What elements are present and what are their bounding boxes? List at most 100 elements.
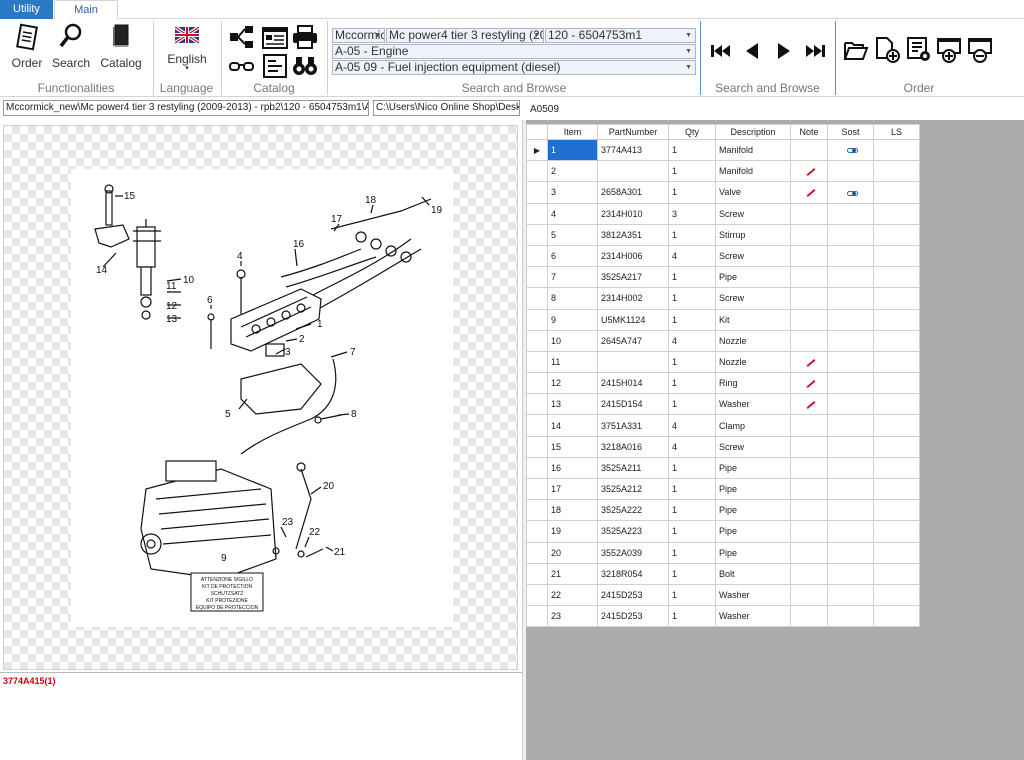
cell-item[interactable]: 11 <box>547 350 598 374</box>
cell-ls[interactable] <box>873 138 920 162</box>
cell-description[interactable]: Ring <box>715 372 791 395</box>
cell-partnumber[interactable] <box>597 350 669 374</box>
cell-item[interactable]: 8 <box>547 287 598 310</box>
cell-description[interactable]: Washer <box>715 605 791 628</box>
row-selector[interactable] <box>526 499 548 522</box>
cell-sost[interactable] <box>827 223 874 246</box>
cell-partnumber[interactable]: 2658A301 <box>597 181 669 204</box>
catalog-button[interactable]: Catalog <box>98 23 144 70</box>
cell-note[interactable] <box>790 541 828 564</box>
cell-note[interactable] <box>790 287 828 310</box>
cell-sost[interactable] <box>827 541 874 564</box>
cell-description[interactable]: Screw <box>715 202 791 225</box>
table-row[interactable]: 5 3812A351 1 Stirrup <box>526 223 920 246</box>
row-selector[interactable] <box>526 202 548 225</box>
cell-ls[interactable] <box>873 520 920 543</box>
cell-ls[interactable] <box>873 541 920 564</box>
cell-partnumber[interactable]: 3812A351 <box>597 223 669 246</box>
cell-note[interactable] <box>790 477 828 501</box>
cell-sost[interactable] <box>827 435 874 458</box>
glasses-button[interactable] <box>229 59 255 76</box>
table-row[interactable]: 9 U5MK1124 1 Kit <box>526 308 920 331</box>
cell-description[interactable]: Nozzle <box>715 329 791 352</box>
cell-sost[interactable] <box>827 372 874 395</box>
row-selector[interactable]: ▶ <box>526 138 548 162</box>
row-selector[interactable] <box>526 244 548 268</box>
tab-main-menu[interactable]: Main Menu <box>54 0 118 34</box>
cell-partnumber[interactable]: 2314H006 <box>597 244 669 268</box>
cell-partnumber[interactable]: 3751A331 <box>597 414 669 437</box>
table-row[interactable]: 6 2314H006 4 Screw <box>526 244 920 268</box>
cell-partnumber[interactable]: 3218A016 <box>597 435 669 458</box>
cell-sost[interactable] <box>827 605 874 628</box>
cell-item[interactable]: 21 <box>547 562 598 585</box>
cell-note[interactable] <box>790 393 828 416</box>
first-record-button[interactable] <box>710 43 732 62</box>
cell-sost[interactable] <box>827 308 874 331</box>
cell-ls[interactable] <box>873 266 920 289</box>
cell-item[interactable]: 13 <box>547 393 598 416</box>
table-row[interactable]: 20 3552A039 1 Pipe <box>526 541 920 564</box>
cell-sost[interactable] <box>827 266 874 289</box>
cell-qty[interactable]: 1 <box>668 266 716 289</box>
cell-qty[interactable]: 4 <box>668 435 716 458</box>
order-list-button[interactable] <box>906 37 932 66</box>
cell-description[interactable]: Pipe <box>715 499 791 522</box>
cell-qty[interactable]: 1 <box>668 583 716 607</box>
cell-partnumber[interactable]: 2645A747 <box>597 329 669 352</box>
cell-description[interactable]: Manifold <box>715 160 791 183</box>
cell-partnumber[interactable]: 3525A211 <box>597 456 669 480</box>
cell-description[interactable]: Stirrup <box>715 223 791 246</box>
cell-item[interactable]: 14 <box>547 414 598 437</box>
cell-partnumber[interactable]: 3552A039 <box>597 541 669 564</box>
cell-item[interactable]: 18 <box>547 499 598 522</box>
cell-sost[interactable] <box>827 520 874 543</box>
cell-ls[interactable] <box>873 350 920 374</box>
row-selector[interactable] <box>526 393 548 416</box>
cell-ls[interactable] <box>873 202 920 225</box>
cell-ls[interactable] <box>873 456 920 480</box>
row-selector[interactable] <box>526 308 548 331</box>
cell-ls[interactable] <box>873 372 920 395</box>
column-header-sost[interactable]: Sost <box>827 124 874 140</box>
cell-sost[interactable] <box>827 414 874 437</box>
cell-note[interactable] <box>790 138 828 162</box>
table-row[interactable]: 13 2415D154 1 Washer <box>526 393 920 416</box>
column-header-partnumber[interactable]: PartNumber <box>597 124 669 140</box>
cell-qty[interactable]: 1 <box>668 541 716 564</box>
part-combobox[interactable]: 120 - 6504753m1 ▼ <box>545 28 696 43</box>
cell-note[interactable] <box>790 181 828 204</box>
cell-sost[interactable] <box>827 350 874 374</box>
cell-ls[interactable] <box>873 583 920 607</box>
cell-note[interactable] <box>790 202 828 225</box>
cell-item[interactable]: 2 <box>547 160 598 183</box>
column-header-ls[interactable]: LS <box>873 124 920 140</box>
cell-qty[interactable]: 1 <box>668 287 716 310</box>
new-order-button[interactable] <box>874 37 900 66</box>
cell-ls[interactable] <box>873 477 920 501</box>
row-selector[interactable] <box>526 477 548 501</box>
cell-note[interactable] <box>790 435 828 458</box>
cell-sost[interactable] <box>827 244 874 268</box>
column-header-description[interactable]: Description <box>715 124 791 140</box>
last-record-button[interactable] <box>804 43 826 62</box>
cell-partnumber[interactable]: 2415D253 <box>597 605 669 628</box>
cell-description[interactable]: Washer <box>715 583 791 607</box>
cell-qty[interactable]: 1 <box>668 393 716 416</box>
cell-description[interactable]: Pipe <box>715 266 791 289</box>
cell-sost[interactable] <box>827 499 874 522</box>
cell-note[interactable] <box>790 372 828 395</box>
table-row[interactable]: 21 3218R054 1 Bolt <box>526 562 920 585</box>
cell-qty[interactable]: 1 <box>668 605 716 628</box>
cell-qty[interactable]: 1 <box>668 372 716 395</box>
row-selector[interactable] <box>526 329 548 352</box>
cell-sost[interactable] <box>827 583 874 607</box>
cell-item[interactable]: 16 <box>547 456 598 480</box>
table-row[interactable]: 16 3525A211 1 Pipe <box>526 456 920 480</box>
cell-partnumber[interactable]: 2415D154 <box>597 393 669 416</box>
cell-item[interactable]: 9 <box>547 308 598 331</box>
cell-item[interactable]: 10 <box>547 329 598 352</box>
cell-qty[interactable]: 3 <box>668 202 716 225</box>
cell-item[interactable]: 4 <box>547 202 598 225</box>
cell-partnumber[interactable]: 3525A222 <box>597 499 669 522</box>
